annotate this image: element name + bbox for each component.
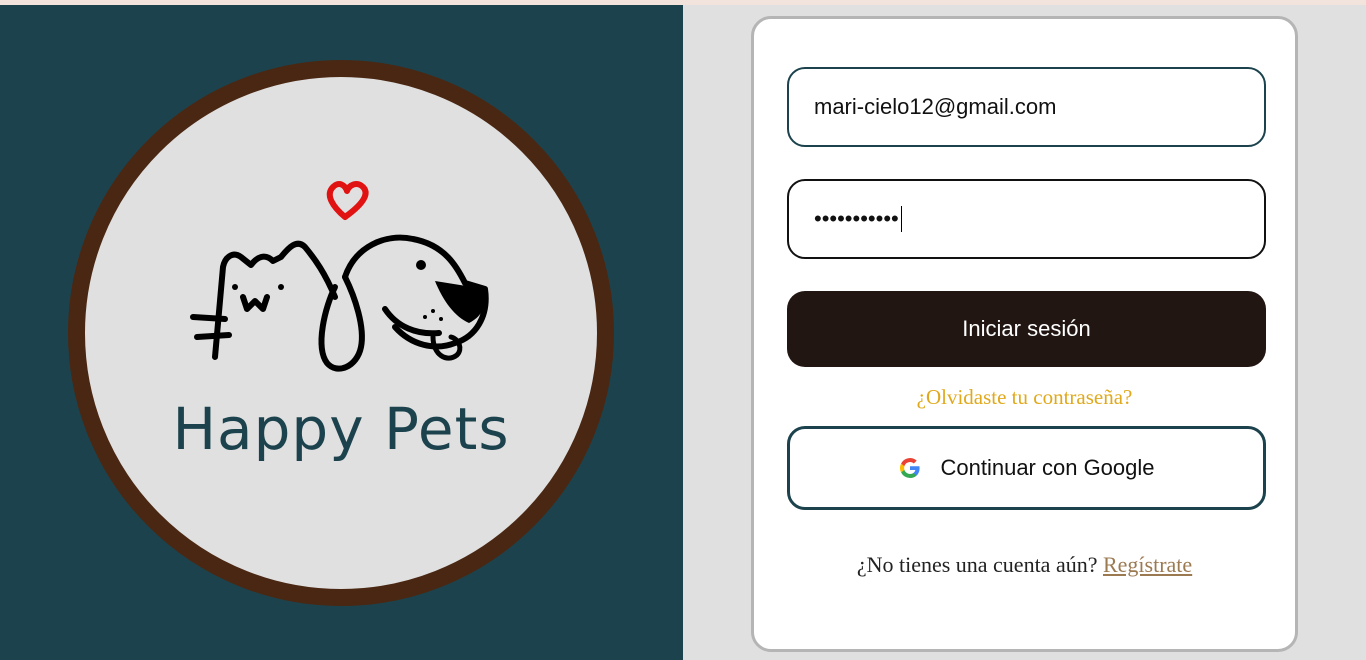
text-caret — [900, 206, 902, 232]
email-field[interactable]: mari-cielo12@gmail.com — [787, 67, 1266, 147]
logo-circle: Happy Pets — [68, 60, 614, 606]
google-login-button[interactable]: Continuar con Google — [787, 426, 1266, 510]
signup-line: ¿No tienes una cuenta aún? Regístrate — [754, 552, 1295, 578]
brand-panel: Happy Pets — [0, 5, 683, 660]
signup-prompt: ¿No tienes una cuenta aún? — [856, 552, 1098, 577]
password-value: ••••••••••• — [814, 206, 899, 231]
login-button[interactable]: Iniciar sesión — [787, 291, 1266, 367]
signup-link[interactable]: Regístrate — [1103, 552, 1192, 577]
brand-name: Happy Pets — [172, 395, 510, 463]
login-card: mari-cielo12@gmail.com ••••••••••• Inici… — [751, 16, 1298, 652]
cat-dog-heart-logo-icon — [190, 181, 489, 372]
password-field[interactable]: ••••••••••• — [787, 179, 1266, 259]
google-button-label: Continuar con Google — [940, 455, 1155, 480]
login-panel: mari-cielo12@gmail.com ••••••••••• Inici… — [683, 5, 1366, 660]
google-g-icon — [900, 458, 921, 478]
email-value: mari-cielo12@gmail.com — [814, 94, 1057, 119]
forgot-password-link[interactable]: ¿Olvidaste tu contraseña? — [754, 385, 1295, 410]
